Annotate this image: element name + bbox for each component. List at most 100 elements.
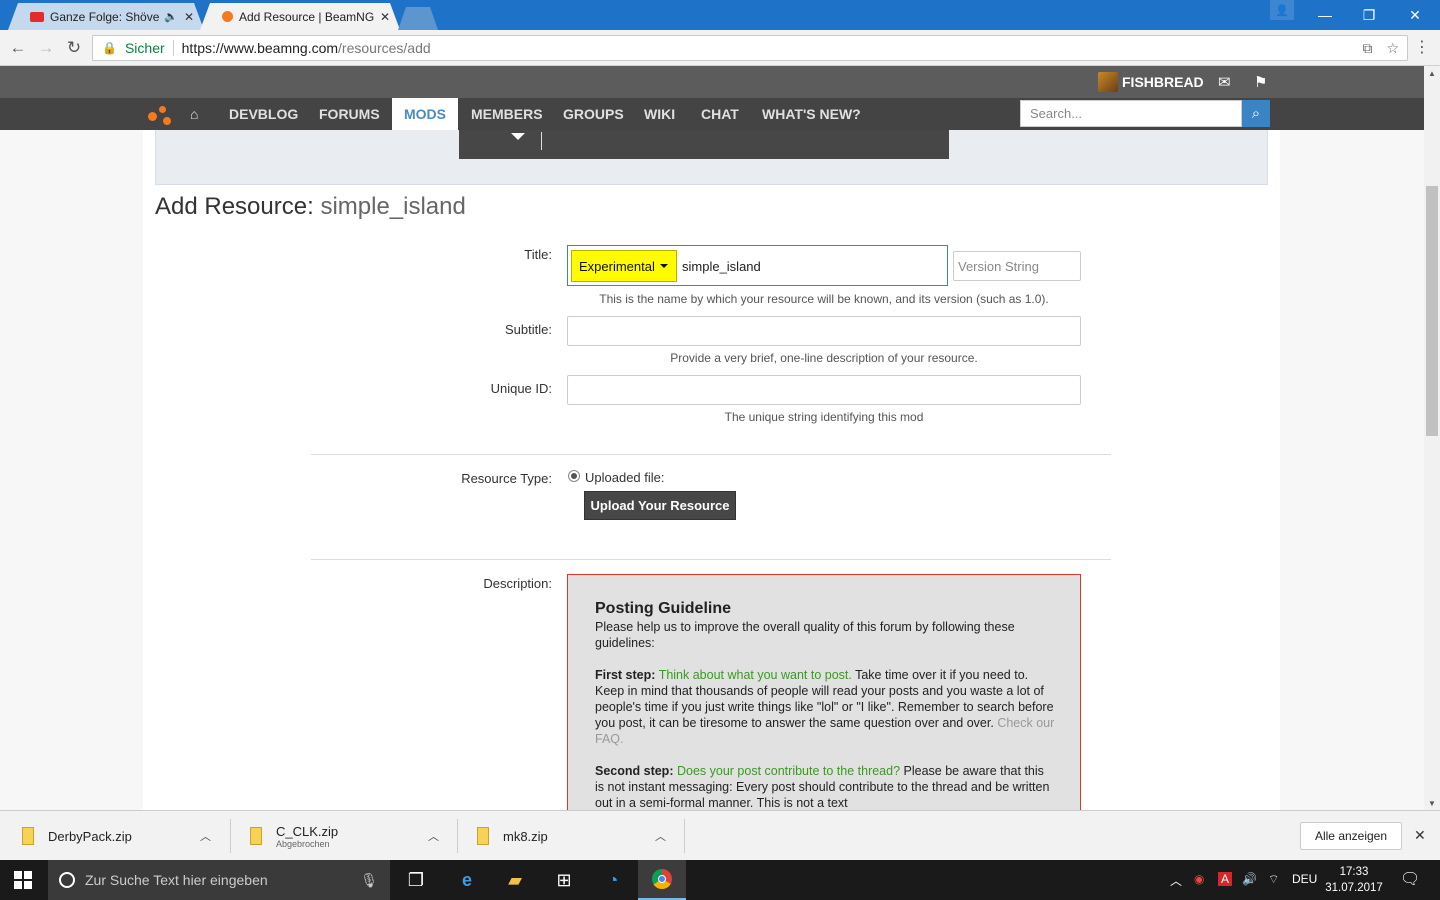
store-icon[interactable]: ⊞ [540, 860, 588, 900]
microphone-icon[interactable]: 🎙 [360, 872, 378, 889]
unique-id-input[interactable] [567, 375, 1081, 405]
antivirus-icon[interactable]: A [1218, 872, 1233, 886]
file-explorer-icon[interactable]: ▰ [491, 860, 539, 900]
volume-icon[interactable]: 🔊 [1242, 872, 1257, 886]
cortana-icon [59, 872, 75, 888]
url-path: /resources/add [338, 40, 431, 56]
dropdown-arrow-icon [659, 264, 668, 268]
zip-file-icon [22, 827, 34, 845]
title-field[interactable]: Experimental simple_island [567, 245, 948, 286]
download-item[interactable]: mk8.zip ︿ [477, 817, 677, 855]
notifications-icon[interactable]: 🗨 [1400, 869, 1420, 889]
guideline-heading: Posting Guideline [595, 600, 732, 617]
zip-file-icon [250, 827, 262, 845]
youtube-icon [30, 12, 44, 22]
uploaded-file-radio[interactable] [568, 470, 580, 482]
nav-home[interactable]: ⌂ [178, 98, 210, 130]
new-tab-button[interactable] [398, 7, 438, 30]
windows-start-icon[interactable] [14, 871, 32, 889]
browser-menu-icon[interactable]: ⋮ [1414, 37, 1430, 57]
ccleaner-icon[interactable]: ◔ [589, 860, 637, 900]
speaker-icon[interactable]: 🔈 [164, 10, 178, 23]
caret-down-icon [511, 133, 525, 140]
network-icon[interactable]: ⌔ [1268, 872, 1279, 887]
windows-taskbar: Zur Suche Text hier eingeben 🎙 ❐ e ▰ ⊞ ◔… [0, 860, 1440, 900]
scroll-down-icon[interactable]: ▼ [1424, 796, 1440, 810]
task-view-icon[interactable]: ❐ [392, 860, 440, 900]
nav-whats-new[interactable]: WHAT'S NEW? [750, 98, 873, 130]
site-search-input[interactable]: Search... [1020, 100, 1242, 127]
system-clock[interactable]: 17:33 31.07.2017 [1320, 864, 1388, 896]
page-title: Add Resource: simple_island [155, 193, 466, 220]
avatar [1098, 72, 1118, 92]
browser-titlebar: Ganze Folge: Shövenp 🔈 ✕ Add Resource | … [0, 0, 1440, 30]
nav-wiki[interactable]: WIKI [632, 98, 687, 130]
resource-type-label: Resource Type: [461, 471, 552, 486]
download-item[interactable]: DerbyPack.zip ︿ [22, 817, 222, 855]
nav-mods[interactable]: MODS [392, 98, 458, 130]
tab-title: Ganze Folge: Shövenp [50, 9, 160, 24]
uploaded-file-label: Uploaded file: [585, 470, 665, 485]
page-scrollbar[interactable] [1424, 66, 1440, 810]
unique-id-hint: The unique string identifying this mod [724, 410, 924, 424]
chevron-up-icon[interactable]: ︿ [655, 828, 666, 844]
subtitle-input[interactable] [567, 316, 1081, 346]
nav-devblog[interactable]: DEVBLOG [217, 98, 310, 130]
tab-title: Add Resource | BeamNG [239, 9, 374, 24]
browser-toolbar: ← → ↻ 🔒 Sicher https://www.beamng.com/re… [0, 30, 1440, 66]
nav-forums[interactable]: FORUMS [307, 98, 392, 130]
search-icon[interactable]: ⌕ [1242, 100, 1270, 127]
title-value: simple_island [682, 259, 761, 274]
show-all-downloads-button[interactable]: Alle anzeigen [1300, 822, 1402, 850]
translate-icon[interactable]: ⧉ [1362, 40, 1372, 57]
user-menu[interactable]: FISHBREAD [1098, 72, 1204, 92]
profile-icon[interactable]: 👤 [1270, 0, 1294, 20]
language-indicator[interactable]: DEU [1292, 872, 1317, 886]
inbox-icon[interactable]: ✉ [1218, 73, 1231, 91]
title-hint: This is the name by which your resource … [599, 292, 1049, 306]
version-string-input[interactable]: Version String [953, 251, 1081, 281]
back-icon[interactable]: ← [6, 36, 30, 60]
username: FISHBREAD [1122, 74, 1204, 90]
scrollbar-thumb[interactable] [1426, 186, 1438, 436]
site-navbar: ⌂ DEVBLOG FORUMS MODS MEMBERS GROUPS WIK… [0, 98, 1424, 130]
nav-groups[interactable]: GROUPS [551, 98, 636, 130]
maximize-icon[interactable]: ❐ [1346, 0, 1392, 30]
tab-youtube[interactable]: Ganze Folge: Shövenp 🔈 ✕ [8, 3, 204, 30]
chevron-up-icon[interactable]: ︿ [200, 828, 211, 844]
prefix-dropdown[interactable]: Experimental [571, 250, 677, 282]
reload-icon[interactable]: ↻ [62, 36, 86, 60]
close-tab-icon[interactable]: ✕ [380, 10, 390, 24]
close-shelf-icon[interactable]: ✕ [1414, 827, 1426, 844]
close-window-icon[interactable]: ✕ [1392, 0, 1438, 30]
chrome-icon[interactable] [638, 860, 686, 900]
edge-icon[interactable]: e [443, 860, 491, 900]
taskbar-search-input[interactable]: Zur Suche Text hier eingeben 🎙 [48, 860, 390, 900]
lock-icon: 🔒 [102, 41, 117, 55]
minimize-icon[interactable]: — [1302, 0, 1348, 30]
download-item[interactable]: C_CLK.zip Abgebrochen ︿ [250, 817, 450, 855]
nav-members[interactable]: MEMBERS [459, 98, 555, 130]
posting-guideline-box[interactable]: Posting Guideline Please help us to impr… [567, 574, 1081, 810]
tray-app-icon[interactable]: ◉ [1194, 872, 1204, 886]
close-tab-icon[interactable]: ✕ [184, 10, 194, 24]
subtitle-label: Subtitle: [505, 322, 552, 337]
beamng-logo-icon[interactable] [148, 104, 174, 126]
upload-resource-button[interactable]: Upload Your Resource [584, 491, 736, 520]
beamng-favicon-icon [222, 11, 233, 22]
tray-expand-icon[interactable]: ︿ [1170, 872, 1182, 889]
secure-label: Sicher [124, 40, 165, 56]
scroll-up-icon[interactable]: ▲ [1424, 66, 1440, 80]
forward-icon[interactable]: → [34, 36, 58, 60]
guideline-step2: Second step: Does your post contribute t… [595, 764, 1050, 810]
nav-chat[interactable]: CHAT [689, 98, 751, 130]
dropdown-panel [459, 130, 949, 159]
alerts-flag-icon[interactable]: ⚑ [1254, 73, 1267, 91]
title-label: Title: [524, 247, 552, 262]
bookmark-star-icon[interactable]: ☆ [1386, 40, 1399, 57]
tab-beamng[interactable]: Add Resource | BeamNG ✕ [200, 3, 400, 30]
chevron-up-icon[interactable]: ︿ [428, 828, 439, 844]
downloads-shelf: DerbyPack.zip ︿ C_CLK.zip Abgebrochen ︿ m… [0, 810, 1440, 860]
url-host: https://www.beamng.com [181, 40, 339, 56]
address-bar[interactable]: 🔒 Sicher https://www.beamng.com/resource… [92, 35, 1408, 61]
